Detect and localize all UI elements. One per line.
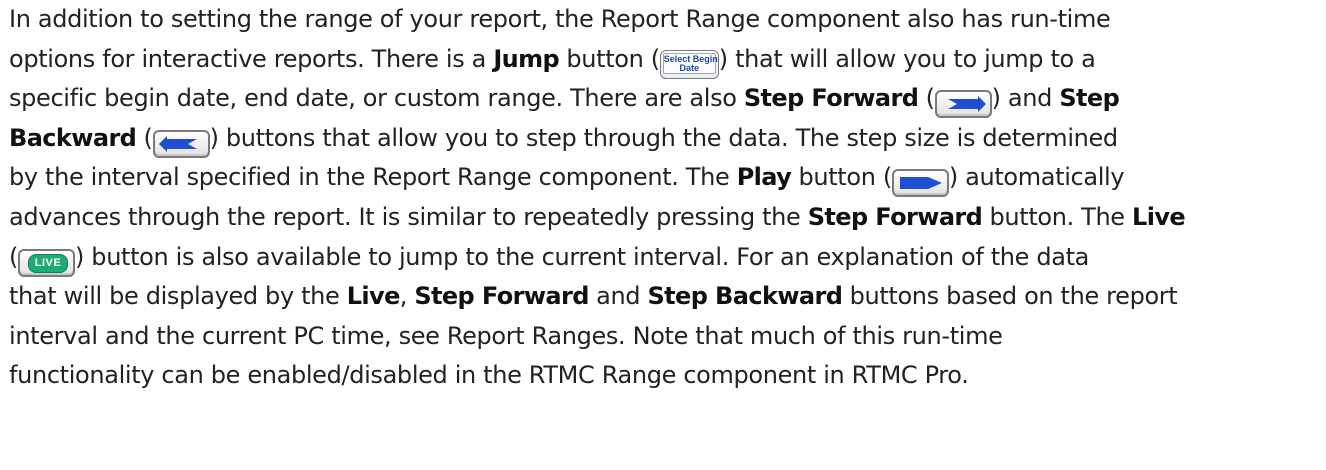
step-forward-term: Step Forward [414, 282, 589, 311]
text-line-2: options for interactive reports. There i… [8, 40, 1306, 80]
select-begin-date-button-icon: Select Begin Date [659, 50, 719, 80]
text-run: ( [918, 84, 935, 113]
text-run: ( [9, 242, 19, 271]
step-backward-arrow-icon [152, 129, 210, 158]
backward-term: Backward [9, 123, 137, 152]
text-run: button ( [791, 163, 892, 192]
text-run: ) button is also available to jump to th… [75, 242, 1089, 271]
jump-icon-line2: Date [679, 63, 700, 74]
text-run: functionality can be enabled/disabled in… [9, 361, 969, 390]
live-pill-label: LIVE [28, 253, 69, 273]
text-line-4: Backward ( ) buttons that allow you to st… [8, 119, 1306, 159]
text-run: ) and [991, 84, 1060, 113]
text-run: button ( [559, 44, 660, 73]
text-run: buttons based on the report [842, 282, 1178, 311]
text-run: button. The [982, 202, 1132, 231]
text-run: that will be displayed by the [9, 282, 347, 311]
jump-term: Jump [493, 44, 560, 73]
text-run: interval and the current PC time, see Re… [9, 321, 1003, 350]
text-run: ) automatically [948, 163, 1125, 192]
step-forward-term: Step Forward [807, 202, 983, 231]
text-run: In addition to setting the range of your… [9, 5, 1111, 33]
text-line-9: interval and the current PC time, see Re… [8, 317, 1306, 357]
text-run: ( [136, 123, 153, 152]
step-forward-arrow-icon [934, 90, 992, 119]
text-run: specific begin date, end date, or custom… [9, 84, 744, 113]
play-term: Play [736, 163, 792, 192]
text-run: ) buttons that allow you to step through… [209, 123, 1119, 152]
text-line-5: by the interval specified in the Report … [8, 158, 1306, 198]
text-line-7: ( LIVE ) button is also available to jump … [8, 238, 1306, 278]
step-term: Step [1059, 84, 1120, 113]
text-run: , [399, 282, 415, 311]
text-run: and [588, 282, 648, 311]
step-backward-term: Step Backward [647, 282, 843, 311]
live-button-icon: LIVE [18, 248, 76, 277]
text-line-6: advances through the report. It is simil… [8, 198, 1306, 238]
text-run: advances through the report. It is simil… [9, 202, 808, 231]
text-run: ) that will allow you to jump to a [718, 44, 1096, 73]
step-forward-term: Step Forward [743, 84, 919, 113]
text-line-10: functionality can be enabled/disabled in… [8, 356, 1306, 396]
text-line-1: In addition to setting the range of your… [8, 0, 1306, 40]
live-term: Live [346, 282, 401, 311]
text-run: options for interactive reports. There i… [9, 44, 494, 73]
text-run: by the interval specified in the Report … [9, 163, 737, 192]
live-term: Live [1132, 202, 1186, 231]
help-paragraph: In addition to setting the range of your… [0, 0, 1326, 396]
play-triangle-icon [891, 169, 949, 198]
text-line-3: specific begin date, end date, or custom… [8, 79, 1306, 119]
text-line-8: that will be displayed by the Live, Step… [8, 277, 1306, 317]
